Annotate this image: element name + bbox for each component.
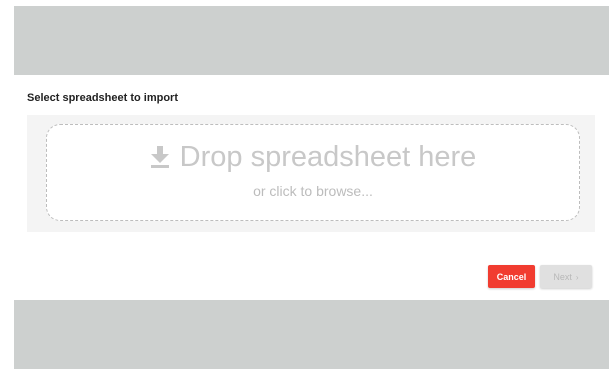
next-button-label: Next [553, 271, 572, 282]
bottom-background-band [14, 300, 609, 369]
dropzone-heading: Drop spreadsheet here [179, 141, 477, 173]
dropzone-subtext: or click to browse... [253, 183, 373, 199]
cancel-button-label: Cancel [496, 271, 527, 282]
spreadsheet-dropzone[interactable]: Drop spreadsheet here or click to browse… [46, 124, 580, 221]
dropzone-container: Drop spreadsheet here or click to browse… [27, 115, 595, 232]
chevron-right-icon: › [575, 272, 579, 282]
import-panel: Select spreadsheet to import Drop spread… [14, 75, 599, 235]
dropzone-heading-row: Drop spreadsheet here [47, 141, 579, 174]
next-button[interactable]: Next › [540, 265, 592, 288]
download-icon [150, 146, 169, 168]
cancel-button[interactable]: Cancel [488, 265, 535, 288]
panel-title: Select spreadsheet to import [27, 92, 178, 104]
top-background-band [14, 6, 609, 75]
